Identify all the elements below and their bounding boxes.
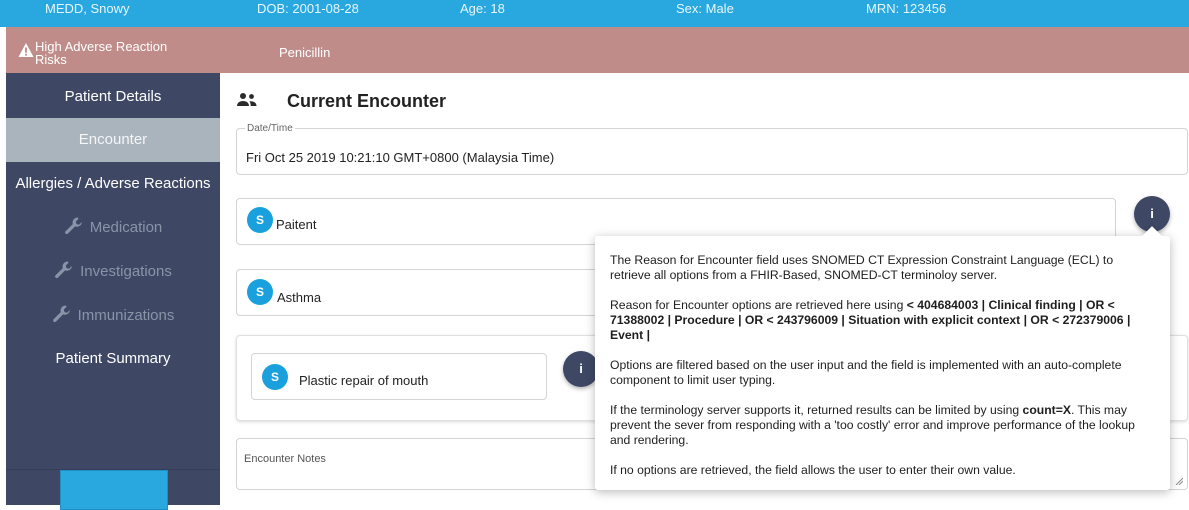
sidebar-item-label: Allergies / Adverse Reactions (15, 175, 211, 192)
sidebar-footer-button[interactable] (60, 470, 168, 510)
sidebar-item-encounter[interactable]: Encounter (6, 118, 220, 162)
tooltip-paragraph: Reason for Encounter options are retriev… (610, 298, 1131, 342)
sidebar-item-immunizations[interactable]: Immunizations (6, 294, 220, 338)
datetime-field[interactable]: Date/Time Fri Oct 25 2019 10:21:10 GMT+0… (236, 123, 1188, 175)
procedure-field[interactable]: S Plastic repair of mouth (251, 353, 547, 400)
tooltip-paragraph: If the terminology server supports it, r… (610, 403, 1135, 447)
datetime-value: Fri Oct 25 2019 10:21:10 GMT+0800 (Malay… (246, 150, 555, 165)
sidebar-item-patient-details[interactable]: Patient Details (6, 75, 220, 119)
datetime-label: Date/Time (245, 123, 295, 134)
patient-dob: DOB: 2001-08-28 (257, 1, 359, 16)
allergy-banner: High Adverse Reaction Risks Penicillin (6, 27, 1189, 73)
allergen-penicillin: Penicillin (279, 45, 331, 60)
sidebar-item-label: Investigations (80, 263, 172, 280)
sidebar-item-allergies[interactable]: Allergies / Adverse Reactions (6, 162, 220, 206)
wrench-icon (55, 261, 73, 279)
wrench-icon (64, 217, 82, 235)
ecl-info-tooltip: The Reason for Encounter field uses SNOM… (595, 226, 1170, 490)
page-title: Current Encounter (287, 91, 447, 111)
sidebar-nav: Patient Details Encounter Allergies / Ad… (6, 73, 220, 510)
patient-name: MEDD, Snowy (45, 1, 130, 16)
patient-banner: MEDD, Snowy DOB: 2001-08-28 Age: 18 Sex:… (0, 0, 1189, 27)
resize-grip-icon[interactable] (1175, 477, 1183, 485)
chip-avatar: S (247, 207, 273, 233)
tooltip-paragraph: Options are filtered based on the user i… (610, 358, 1122, 387)
patient-age: Age: 18 (460, 1, 505, 16)
chip-avatar: S (247, 279, 273, 305)
tooltip-paragraph: The Reason for Encounter field uses SNOM… (610, 253, 1114, 282)
sidebar-item-investigations[interactable]: Investigations (6, 250, 220, 294)
chip-avatar: S (262, 364, 288, 390)
patient-sex: Sex: Male (676, 1, 734, 16)
encounter-notes-label: Encounter Notes (244, 453, 326, 465)
sidebar-item-label: Patient Summary (55, 350, 171, 367)
sidebar-item-label: Patient Details (64, 88, 162, 105)
procedure-info-button[interactable]: i (563, 351, 599, 387)
procedure-chip-text: Plastic repair of mouth (299, 373, 429, 388)
reason-chip-text: Paitent (276, 217, 317, 232)
tooltip-paragraph: If no options are retrieved, the field a… (610, 463, 1016, 477)
wrench-icon (52, 305, 70, 323)
sidebar-item-label: Encounter (78, 131, 148, 148)
sidebar-item-label: Medication (89, 219, 163, 236)
sidebar-item-medication[interactable]: Medication (6, 206, 220, 250)
sidebar-item-patient-summary[interactable]: Patient Summary (6, 337, 220, 381)
adverse-reaction-risk-label: High Adverse Reaction Risks (35, 39, 168, 67)
patient-mrn: MRN: 123456 (866, 1, 947, 16)
people-icon (237, 93, 257, 106)
diagnosis-chip-text: Asthma (277, 290, 322, 305)
sidebar-item-label: Immunizations (77, 307, 175, 324)
count-param: count=X (1022, 403, 1071, 417)
warning-icon (18, 43, 34, 57)
